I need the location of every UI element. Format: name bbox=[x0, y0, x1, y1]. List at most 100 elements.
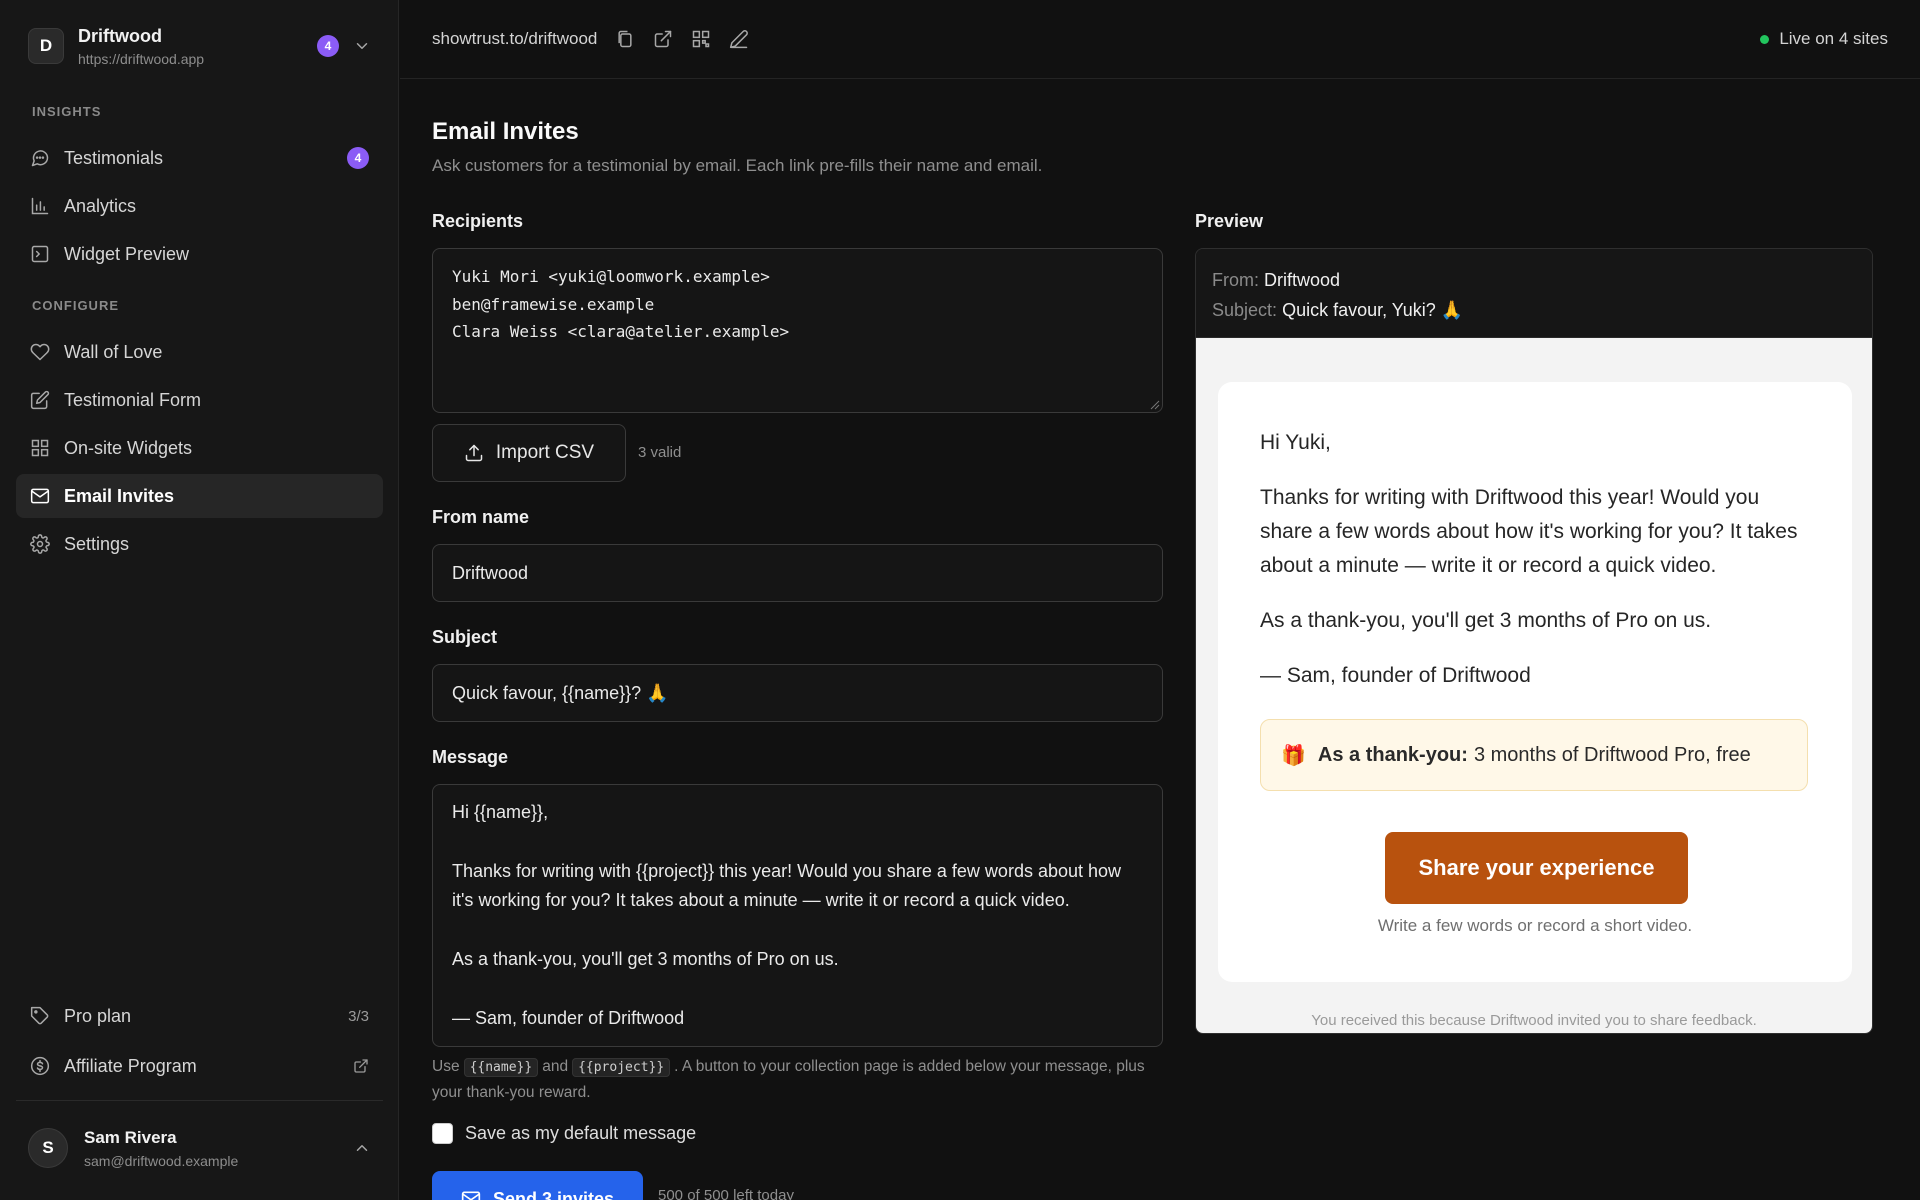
from-name-field[interactable]: Driftwood bbox=[432, 544, 1163, 602]
message-line: Hi {{name}}, bbox=[452, 802, 549, 822]
user-name: Sam Rivera bbox=[84, 1127, 177, 1147]
message-textarea[interactable]: Hi {{name}}, Thanks for writing with {{p… bbox=[432, 784, 1163, 1047]
sidebar-item-affiliate-program[interactable]: Affiliate Program bbox=[16, 1044, 383, 1088]
mail-icon bbox=[30, 488, 50, 504]
sidebar-item-settings[interactable]: Settings bbox=[16, 522, 383, 566]
send-invites-button[interactable]: Send 3 invites bbox=[432, 1171, 643, 1200]
message-label: Message bbox=[432, 747, 509, 767]
save-default-label: Save as my default message bbox=[465, 1123, 697, 1143]
sidebar-item-pro-plan[interactable]: Pro plan 3/3 bbox=[16, 994, 383, 1038]
project-name: Driftwood bbox=[78, 25, 162, 46]
share-experience-button[interactable]: Share your experience bbox=[1385, 832, 1688, 904]
live-status-dot bbox=[1760, 34, 1770, 44]
reward-box: 🎁 As a thank-you: 3 months of Driftwood … bbox=[1260, 719, 1808, 791]
import-csv-label: Import CSV bbox=[495, 442, 595, 463]
preview-header: From: Driftwood Subject: Quick favour, Y… bbox=[1196, 249, 1872, 338]
save-default-row[interactable]: Save as my default message bbox=[432, 1123, 696, 1144]
sidebar-item-wall-of-love[interactable]: Wall of Love bbox=[16, 330, 383, 374]
sidebar-item-testimonial-form[interactable]: Testimonial Form bbox=[16, 378, 383, 422]
preview-subject: Quick favour, Yuki? 🙏 bbox=[1282, 300, 1464, 320]
message-line bbox=[452, 827, 1143, 856]
from-name-label: From name bbox=[432, 507, 530, 527]
project-url: https://driftwood.app bbox=[78, 50, 205, 67]
avatar: S bbox=[28, 1128, 68, 1168]
from-name-value: Driftwood bbox=[452, 562, 529, 583]
dollar-icon bbox=[30, 1056, 50, 1076]
sidebar-item-label: Pro plan bbox=[64, 1005, 132, 1026]
sidebar-item-label: Affiliate Program bbox=[64, 1055, 197, 1076]
pencil-icon[interactable] bbox=[729, 29, 749, 49]
subject-label: Subject bbox=[432, 627, 498, 647]
email-card: Hi Yuki, Thanks for writing with Driftwo… bbox=[1218, 382, 1852, 982]
daily-quota: 500 of 500 left today bbox=[658, 1187, 794, 1200]
external-link-icon bbox=[354, 1059, 368, 1073]
sidebar-item-email-invites[interactable]: Email Invites bbox=[16, 474, 383, 518]
message-line: Thanks for writing with {{project}} this… bbox=[452, 860, 1122, 911]
cta-hint: Write a few words or record a short vide… bbox=[1377, 916, 1693, 935]
resize-grip-icon[interactable] bbox=[1150, 400, 1160, 410]
message-line bbox=[452, 916, 1143, 945]
valid-recipients-count: 3 valid bbox=[638, 444, 682, 461]
project-notification-badge: 4 bbox=[317, 35, 339, 57]
public-url: showtrust.to/driftwood bbox=[432, 29, 598, 48]
email-preview: From: Driftwood Subject: Quick favour, Y… bbox=[1195, 248, 1873, 1034]
live-status: Live on 4 sites bbox=[1779, 29, 1888, 48]
email-body: Thanks for writing with Driftwood this y… bbox=[1260, 486, 1798, 577]
recipients-textarea[interactable]: Yuki Mori <yuki@loomwork.example> ben@fr… bbox=[432, 248, 1163, 413]
sidebar-item-widget-preview[interactable]: Widget Preview bbox=[16, 232, 383, 276]
project-avatar: D bbox=[28, 28, 64, 64]
sidebar-item-analytics[interactable]: Analytics bbox=[16, 184, 383, 228]
sidebar-divider bbox=[16, 1100, 383, 1101]
page-title: Email Invites bbox=[432, 118, 579, 145]
sidebar-item-label: On-site Widgets bbox=[64, 437, 193, 458]
email-signoff: — Sam, founder of Driftwood bbox=[1260, 664, 1531, 687]
preview-footer: You received this because Driftwood invi… bbox=[1311, 1012, 1757, 1029]
chevron-down-icon[interactable] bbox=[353, 37, 371, 55]
sidebar-item-label: Analytics bbox=[64, 195, 137, 216]
edit-icon bbox=[30, 390, 50, 410]
bar-chart-icon bbox=[31, 197, 49, 215]
nav-section-configure: CONFIGURE bbox=[32, 298, 119, 313]
sidebar-item-label: Wall of Love bbox=[64, 341, 163, 362]
gift-icon: 🎁 bbox=[1281, 744, 1306, 767]
gear-icon bbox=[30, 534, 50, 554]
testimonials-count-badge: 4 bbox=[347, 147, 369, 169]
chevron-up-icon[interactable] bbox=[353, 1139, 371, 1157]
subject-field[interactable]: Quick favour, {{name}}? 🙏 bbox=[432, 664, 1163, 722]
message-line: — Sam, founder of Driftwood bbox=[452, 1007, 685, 1028]
sidebar: D Driftwood https://driftwood.app 4 INSI… bbox=[0, 0, 399, 1200]
preview-label: Preview bbox=[1195, 211, 1264, 231]
name-variable-chip: {{name}} bbox=[463, 1058, 539, 1077]
sidebar-item-label: Settings bbox=[64, 533, 130, 554]
email-greeting: Hi Yuki, bbox=[1260, 431, 1331, 454]
nav-section-insights: INSIGHTS bbox=[32, 104, 102, 119]
upload-icon bbox=[465, 444, 483, 462]
preview-body: Hi Yuki, Thanks for writing with Driftwo… bbox=[1196, 338, 1872, 1033]
sidebar-item-label: Testimonial Form bbox=[64, 389, 202, 410]
user-menu[interactable]: S Sam Rivera sam@driftwood.example bbox=[16, 1108, 383, 1188]
message-circle-icon bbox=[31, 150, 49, 167]
sidebar-item-on-site-widgets[interactable]: On-site Widgets bbox=[16, 426, 383, 470]
terminal-icon bbox=[31, 245, 49, 263]
preview-from: Driftwood bbox=[1264, 270, 1341, 290]
qr-code-icon[interactable] bbox=[691, 29, 711, 49]
sidebar-item-testimonials[interactable]: Testimonials 4 bbox=[16, 136, 383, 180]
page-subtitle: Ask customers for a testimonial by email… bbox=[432, 156, 1043, 175]
sidebar-item-label: Email Invites bbox=[64, 485, 175, 506]
message-line: As a thank-you, you'll get 3 months of P… bbox=[452, 949, 839, 969]
message-help-text: Use {{name}} and {{project}}. A button to y… bbox=[432, 1058, 1145, 1101]
message-line bbox=[452, 974, 1143, 1003]
save-default-checkbox[interactable] bbox=[432, 1123, 453, 1144]
copy-icon[interactable] bbox=[615, 29, 635, 49]
import-csv-button[interactable]: Import CSV bbox=[432, 424, 626, 482]
plan-usage: 3/3 bbox=[348, 1007, 369, 1025]
subject-value: Quick favour, {{name}}? 🙏 bbox=[452, 682, 669, 703]
project-switcher[interactable]: D Driftwood https://driftwood.app 4 bbox=[16, 14, 383, 78]
grid-icon bbox=[31, 439, 49, 457]
project-variable-chip: {{project}} bbox=[572, 1058, 671, 1077]
sidebar-item-label: Testimonials bbox=[64, 147, 164, 168]
external-link-icon[interactable] bbox=[653, 29, 673, 49]
mail-icon bbox=[461, 1191, 481, 1200]
email-reward-line: As a thank-you, you'll get 3 months of P… bbox=[1260, 609, 1712, 632]
user-email: sam@driftwood.example bbox=[84, 1152, 239, 1169]
